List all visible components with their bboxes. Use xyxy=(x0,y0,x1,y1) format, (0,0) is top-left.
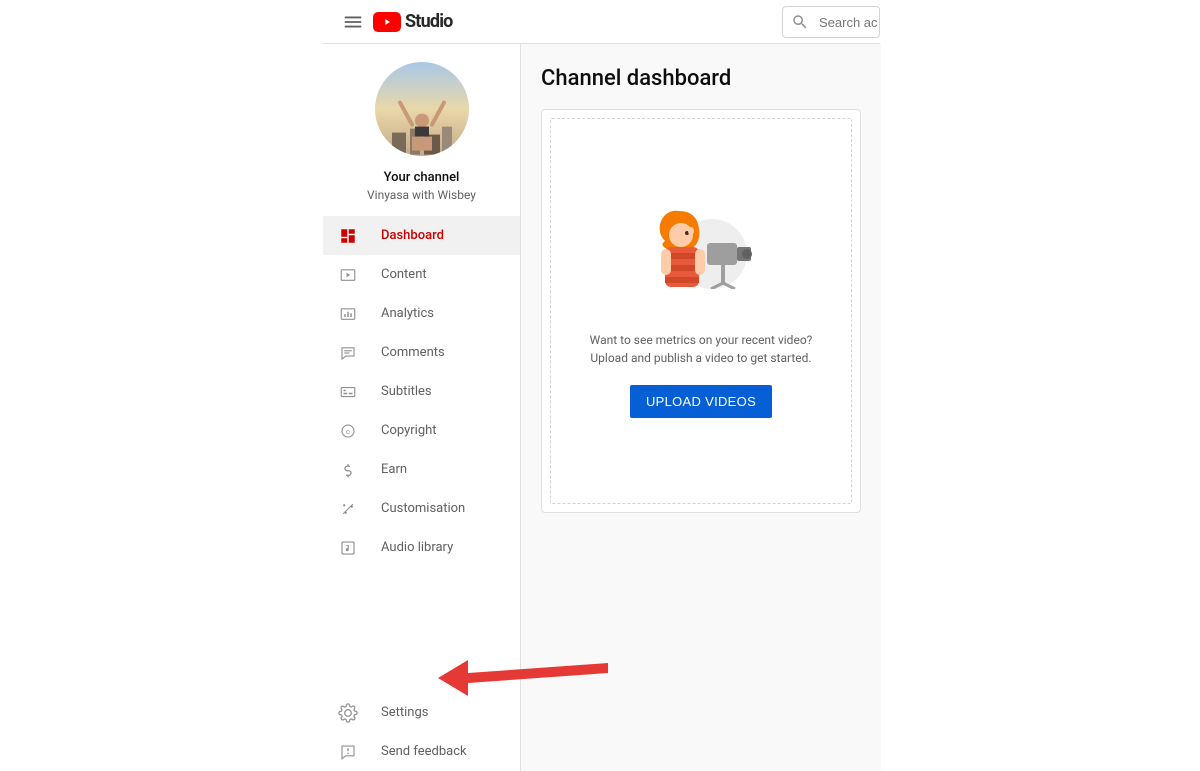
comments-icon xyxy=(337,342,359,364)
sidebar-item-label: Copyright xyxy=(381,423,437,438)
card-line2: Upload and publish a video to get starte… xyxy=(590,349,813,367)
page-title: Channel dashboard xyxy=(541,66,861,91)
upload-videos-button[interactable]: UPLOAD VIDEOS xyxy=(630,385,772,418)
feedback-icon xyxy=(337,741,359,763)
youtube-studio-logo[interactable]: Studio xyxy=(373,11,453,32)
search-icon xyxy=(791,13,809,31)
settings-icon xyxy=(337,702,359,724)
sidebar-nav: Dashboard Content Analytics Comments xyxy=(323,216,520,567)
sidebar-item-analytics[interactable]: Analytics xyxy=(323,294,520,333)
hamburger-menu-button[interactable] xyxy=(333,2,373,42)
content-icon xyxy=(337,264,359,286)
earn-icon xyxy=(337,459,359,481)
customisation-icon xyxy=(337,498,359,520)
sidebar-item-send-feedback[interactable]: Send feedback xyxy=(323,732,520,771)
sidebar-item-label: Comments xyxy=(381,345,445,360)
sidebar-item-label: Content xyxy=(381,267,427,282)
youtube-play-icon xyxy=(373,12,401,32)
sidebar-item-comments[interactable]: Comments xyxy=(323,333,520,372)
search-input[interactable] xyxy=(819,15,879,30)
upload-dropzone[interactable]: Want to see metrics on your recent video… xyxy=(550,118,852,504)
upload-card-text: Want to see metrics on your recent video… xyxy=(590,331,813,367)
sidebar-item-copyright[interactable]: c Copyright xyxy=(323,411,520,450)
audiolib-icon xyxy=(337,537,359,559)
sidebar-item-label: Settings xyxy=(381,705,428,720)
sidebar-item-content[interactable]: Content xyxy=(323,255,520,294)
sidebar-bottom: Settings Send feedback xyxy=(323,693,520,771)
sidebar-item-label: Audio library xyxy=(381,540,453,555)
subtitles-icon xyxy=(337,381,359,403)
analytics-icon xyxy=(337,303,359,325)
sidebar-spacer xyxy=(323,567,520,693)
channel-block: Your channel Vinyasa with Wisbey xyxy=(323,44,520,216)
header: Studio xyxy=(323,0,880,44)
upload-illustration xyxy=(631,205,771,325)
logo-text: Studio xyxy=(405,11,453,32)
channel-avatar[interactable] xyxy=(375,62,469,156)
main-content: Channel dashboard xyxy=(521,44,881,771)
app-frame: Studio Your channel xyxy=(322,0,880,771)
card-line1: Want to see metrics on your recent video… xyxy=(590,331,813,349)
copyright-icon: c xyxy=(337,420,359,442)
sidebar-item-audio-library[interactable]: Audio library xyxy=(323,528,520,567)
sidebar-item-label: Earn xyxy=(381,462,407,477)
sidebar: Your channel Vinyasa with Wisbey Dashboa… xyxy=(323,44,521,771)
sidebar-item-settings[interactable]: Settings xyxy=(323,693,520,732)
sidebar-item-customisation[interactable]: Customisation xyxy=(323,489,520,528)
sidebar-item-subtitles[interactable]: Subtitles xyxy=(323,372,520,411)
search-container[interactable] xyxy=(782,6,880,38)
svg-text:c: c xyxy=(346,427,350,436)
channel-name: Vinyasa with Wisbey xyxy=(323,188,520,202)
upload-card: Want to see metrics on your recent video… xyxy=(541,109,861,513)
dashboard-icon xyxy=(337,225,359,247)
sidebar-item-label: Customisation xyxy=(381,501,465,516)
sidebar-item-label: Dashboard xyxy=(381,228,444,243)
sidebar-item-label: Send feedback xyxy=(381,744,467,759)
avatar-illustration xyxy=(382,79,462,156)
your-channel-label: Your channel xyxy=(323,170,520,185)
sidebar-item-label: Analytics xyxy=(381,306,434,321)
sidebar-item-label: Subtitles xyxy=(381,384,432,399)
sidebar-item-dashboard[interactable]: Dashboard xyxy=(323,216,520,255)
sidebar-item-earn[interactable]: Earn xyxy=(323,450,520,489)
hamburger-icon xyxy=(342,11,364,33)
